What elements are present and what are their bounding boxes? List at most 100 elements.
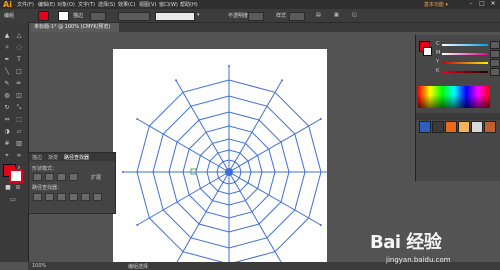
channel-label-m: M: [436, 50, 441, 56]
intersect-icon[interactable]: [57, 173, 66, 181]
minimize-icon[interactable]: –: [466, 0, 476, 8]
menu-help[interactable]: 帮助(H): [180, 1, 198, 8]
workspace-switcher[interactable]: 基本功能 ▾: [424, 1, 448, 8]
eraser-tool-icon[interactable]: ◫: [14, 92, 24, 100]
app-logo: Ai: [3, 0, 12, 9]
stroke-color-control[interactable]: [58, 11, 69, 21]
black-slider[interactable]: [442, 71, 488, 73]
menu-file[interactable]: 文件(F): [17, 1, 34, 8]
trim-icon[interactable]: [45, 193, 54, 201]
swatches-panel-header: [416, 113, 500, 120]
cyan-value-field[interactable]: [490, 41, 500, 49]
opacity-field[interactable]: [248, 12, 264, 21]
none-color-icon[interactable]: ⊘: [13, 184, 23, 192]
color-panel-stroke-swatch[interactable]: [423, 47, 432, 56]
stroke-swatch[interactable]: [9, 169, 23, 183]
rotate-tool-icon[interactable]: ↻: [2, 104, 12, 112]
unite-icon[interactable]: [33, 173, 42, 181]
swatch-library-3[interactable]: [445, 121, 457, 133]
spider-web-artwork[interactable]: [113, 49, 327, 270]
direct-selection-tool-icon[interactable]: △: [14, 32, 24, 40]
menu-window[interactable]: 窗口(W): [159, 1, 178, 8]
web-spoke: [228, 171, 283, 265]
scale-tool-icon[interactable]: ⤡: [14, 104, 24, 112]
brush-definition-dropdown[interactable]: [155, 12, 195, 21]
screen-mode-icon[interactable]: ▭: [8, 196, 18, 204]
swatch-library-5[interactable]: [471, 121, 483, 133]
magic-wand-tool-icon[interactable]: ✧: [2, 44, 12, 52]
cyan-slider[interactable]: [442, 44, 488, 46]
swatch-library-1[interactable]: [419, 121, 431, 133]
swatch-library-2[interactable]: [432, 121, 444, 133]
pen-tool-icon[interactable]: ✒: [2, 56, 12, 64]
type-tool-icon[interactable]: T: [14, 56, 24, 64]
stroke-weight-field[interactable]: [90, 12, 106, 21]
baidu-jingyan-watermark: Bai 经验 jingyan.baidu.com: [362, 226, 482, 270]
perspective-grid-tool-icon[interactable]: ▱: [14, 128, 24, 136]
outline-icon[interactable]: [81, 193, 90, 201]
yellow-slider[interactable]: [442, 62, 488, 64]
panel-tab-strip: 描边 渐变 路径查找器: [29, 153, 115, 161]
magenta-value-field[interactable]: [490, 50, 500, 58]
exclude-icon[interactable]: [69, 173, 78, 181]
eyedropper-tool-icon[interactable]: ⌖: [2, 152, 12, 160]
paintbrush-tool-icon[interactable]: ✎: [2, 80, 12, 88]
stroke-label: 描边: [73, 13, 84, 19]
anchor-point: [319, 224, 322, 226]
blob-brush-tool-icon[interactable]: ◍: [2, 92, 12, 100]
tab-stroke[interactable]: 描边: [32, 154, 42, 161]
pencil-tool-icon[interactable]: ✏: [14, 80, 24, 88]
menu-view[interactable]: 视图(V): [139, 1, 156, 8]
minus-front-icon[interactable]: [45, 173, 54, 181]
web-spoke: [175, 79, 230, 173]
gradient-tool-icon[interactable]: ▥: [14, 140, 24, 148]
anchor-point: [122, 171, 124, 173]
menu-type[interactable]: 文字(T): [78, 1, 95, 8]
channel-label-y: Y: [436, 59, 440, 65]
web-center: [225, 168, 233, 176]
expand-button[interactable]: 扩展: [91, 174, 101, 181]
color-spectrum[interactable]: [418, 86, 490, 108]
minus-back-icon[interactable]: [93, 193, 102, 201]
lasso-tool-icon[interactable]: ◌: [14, 44, 24, 52]
crop-icon[interactable]: [69, 193, 78, 201]
free-transform-tool-icon[interactable]: ⬚: [14, 116, 24, 124]
variable-width-dropdown[interactable]: [118, 12, 150, 21]
web-spoke: [136, 118, 230, 173]
rectangle-tool-icon[interactable]: □: [14, 68, 24, 76]
divide-icon[interactable]: [33, 193, 42, 201]
web-spoke: [136, 171, 230, 226]
maximize-icon[interactable]: □: [477, 0, 487, 8]
isolate-icon[interactable]: ◱: [352, 12, 357, 18]
close-icon[interactable]: ×: [488, 0, 498, 8]
swatch-library-6[interactable]: [484, 121, 496, 133]
brush-style-indicator: ▾: [197, 12, 200, 18]
color-panel: C M Y K: [415, 35, 500, 181]
document-tab[interactable]: 未标题-1* @ 100% (CMYK/预览): [31, 23, 119, 32]
graphic-style-dropdown[interactable]: [289, 12, 305, 21]
menu-select[interactable]: 选择(S): [98, 1, 115, 8]
menu-edit[interactable]: 编辑(E): [38, 1, 55, 8]
color-mode-icon[interactable]: ■: [3, 184, 13, 192]
align-icon[interactable]: ▤: [316, 12, 321, 18]
selection-tool-icon[interactable]: ▲: [2, 32, 12, 40]
tab-pathfinder[interactable]: 路径查找器: [64, 154, 89, 161]
shape-builder-tool-icon[interactable]: ◑: [2, 128, 12, 136]
fill-color-control[interactable]: [38, 11, 49, 21]
line-tool-icon[interactable]: ╲: [2, 68, 12, 76]
blend-tool-icon[interactable]: ∞: [14, 152, 24, 160]
menu-object[interactable]: 对象(O): [57, 1, 75, 8]
width-tool-icon[interactable]: ⇔: [2, 116, 12, 124]
yellow-value-field[interactable]: [490, 59, 500, 67]
transform-icon[interactable]: ▦: [334, 12, 339, 18]
swatch-library-4[interactable]: [458, 121, 470, 133]
tab-gradient[interactable]: 渐变: [48, 154, 58, 161]
zoom-level[interactable]: 100%: [32, 263, 46, 269]
magenta-slider[interactable]: [442, 53, 488, 55]
merge-icon[interactable]: [57, 193, 66, 201]
black-value-field[interactable]: [490, 68, 500, 76]
opacity-label: 不透明度: [228, 13, 249, 19]
mesh-tool-icon[interactable]: #: [2, 140, 12, 148]
menu-effect[interactable]: 效果(C): [118, 1, 135, 8]
pathfinders-label: 路径查找器：: [32, 185, 63, 191]
